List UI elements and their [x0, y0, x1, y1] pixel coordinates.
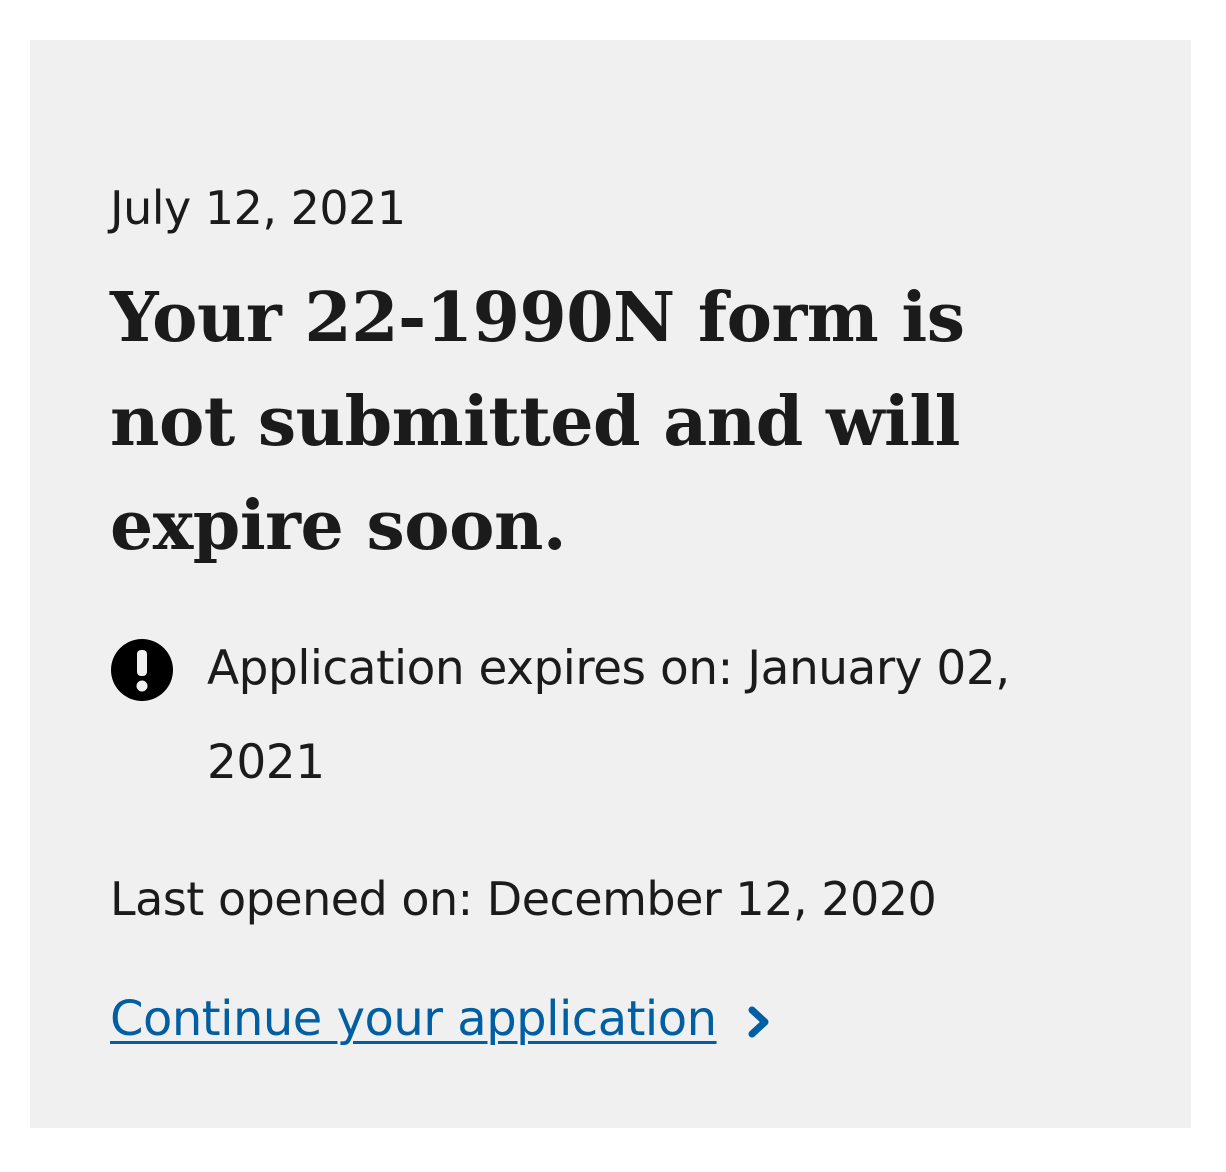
application-card: July 12, 2021 Your 22-1990N form is not …: [30, 40, 1191, 1128]
expiry-text: Application expires on: January 02, 2021: [207, 641, 1010, 790]
continue-application-link[interactable]: Continue your application: [110, 984, 717, 1054]
chevron-right-icon[interactable]: [747, 1005, 773, 1039]
exclamation-circle-icon: [111, 639, 173, 701]
last-opened-text: Last opened on: December 12, 2020: [110, 872, 937, 926]
continue-row: Continue your application: [110, 984, 773, 1054]
card-title: Your 22-1990N form is not submitted and …: [110, 278, 965, 566]
card-date: July 12, 2021: [110, 181, 406, 235]
expiry-notice: Application expires on: January 02, 2021: [110, 630, 1110, 810]
